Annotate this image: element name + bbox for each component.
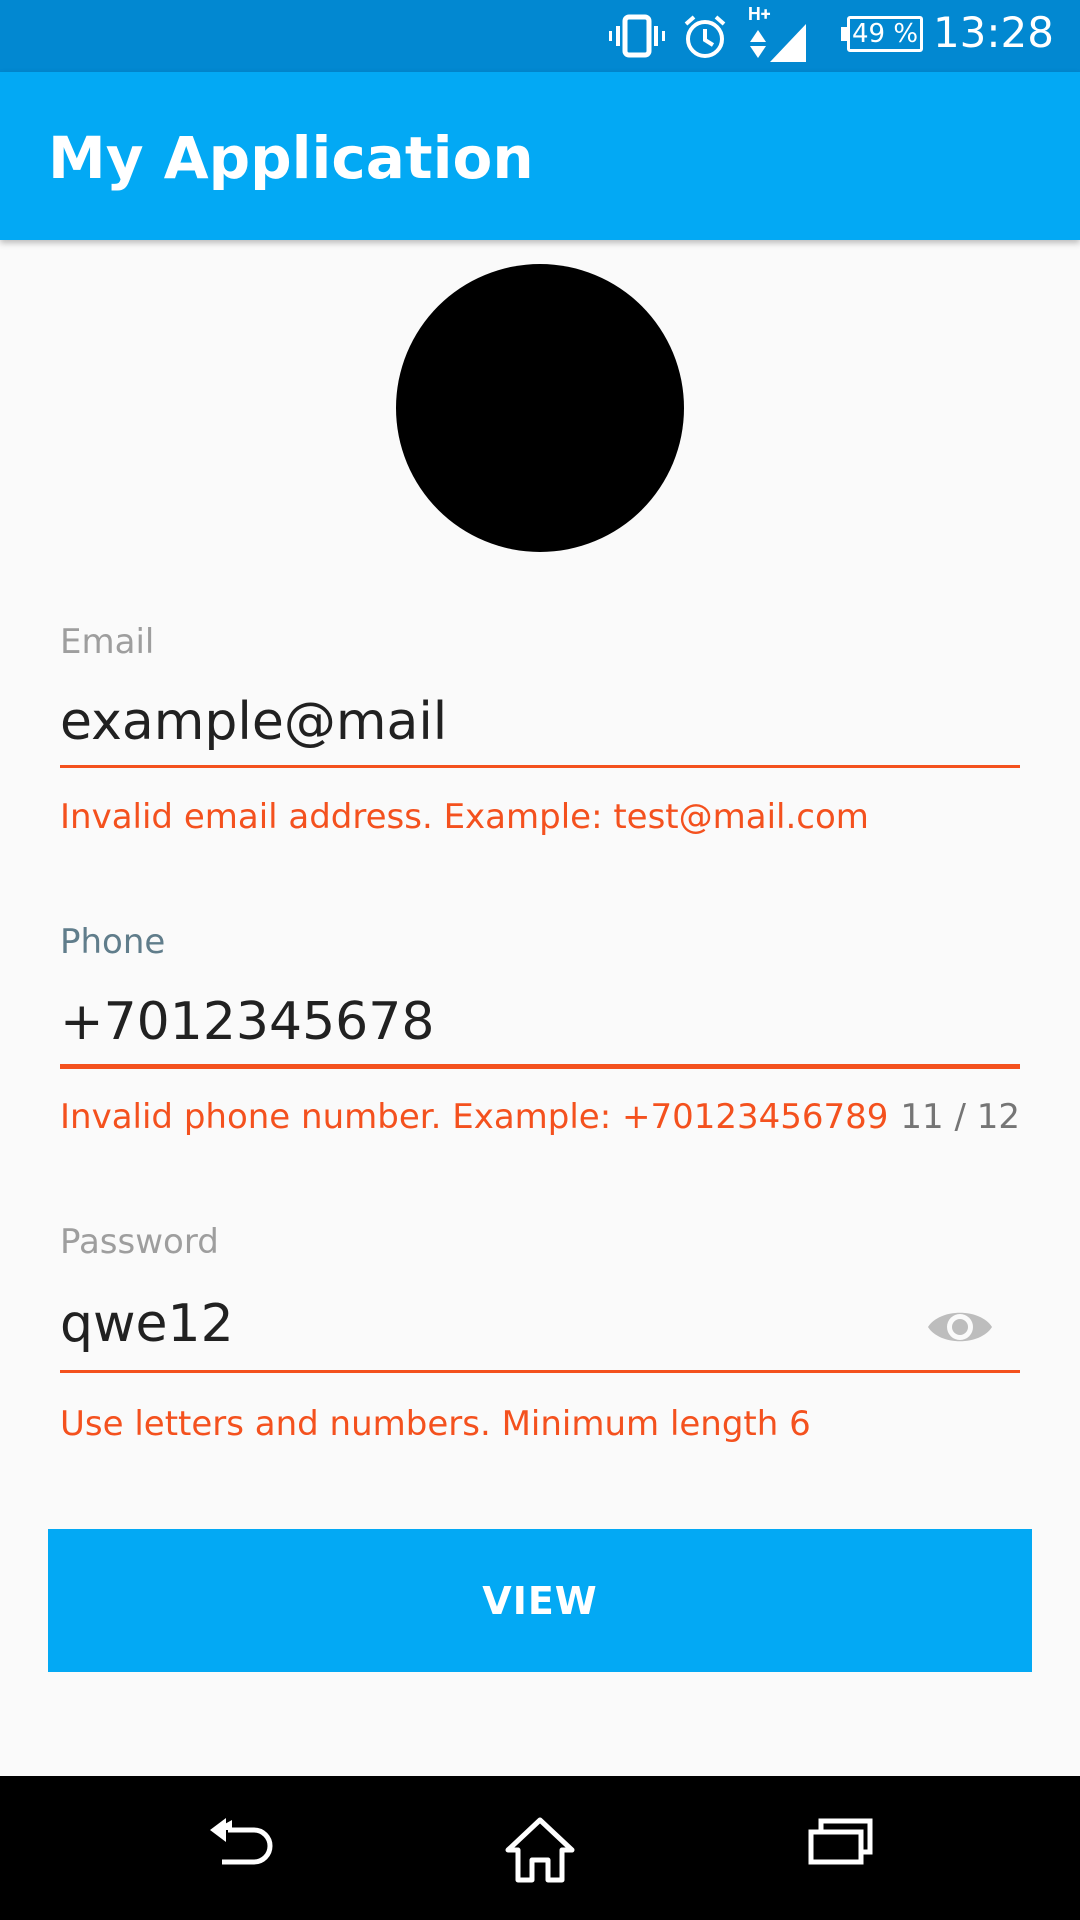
email-error: Invalid email address. Example: test@mai… bbox=[60, 797, 869, 837]
password-underline bbox=[60, 1370, 1020, 1373]
phone-underline bbox=[60, 1064, 1020, 1069]
status-bar: H+ 49 % 13:28 bbox=[0, 0, 1080, 72]
email-input[interactable]: example@mail bbox=[60, 692, 447, 752]
clock: 13:28 bbox=[932, 8, 1054, 57]
alarm-icon bbox=[684, 15, 726, 58]
app-title: My Application bbox=[48, 124, 534, 192]
vibrate-icon bbox=[609, 14, 665, 58]
password-input[interactable]: qwe12 bbox=[60, 1294, 234, 1354]
avatar[interactable] bbox=[396, 264, 684, 552]
recents-icon[interactable] bbox=[808, 1816, 874, 1866]
password-field[interactable]: Password qwe12 Use letters and numbers. … bbox=[60, 1222, 1020, 1452]
phone-char-counter: 11 / 12 bbox=[900, 1097, 1020, 1137]
password-label: Password bbox=[60, 1222, 219, 1262]
eye-icon[interactable] bbox=[926, 1304, 994, 1350]
phone-field[interactable]: Phone +7012345678 Invalid phone number. … bbox=[60, 922, 1020, 1142]
email-underline bbox=[60, 765, 1020, 768]
app-bar: My Application bbox=[0, 72, 1080, 240]
email-label: Email bbox=[60, 622, 155, 662]
phone-error: Invalid phone number. Example: +70123456… bbox=[60, 1097, 889, 1137]
signal-icon bbox=[750, 24, 806, 62]
phone-input[interactable]: +7012345678 bbox=[60, 992, 434, 1052]
phone-label: Phone bbox=[60, 922, 166, 962]
view-button[interactable]: VIEW bbox=[48, 1529, 1032, 1672]
email-field[interactable]: Email example@mail Invalid email address… bbox=[60, 622, 1020, 842]
home-icon[interactable] bbox=[504, 1816, 576, 1884]
navigation-bar bbox=[0, 1776, 1080, 1920]
password-error: Use letters and numbers. Minimum length … bbox=[60, 1404, 811, 1444]
back-icon[interactable] bbox=[206, 1816, 274, 1872]
battery-icon: 49 % bbox=[841, 16, 923, 52]
